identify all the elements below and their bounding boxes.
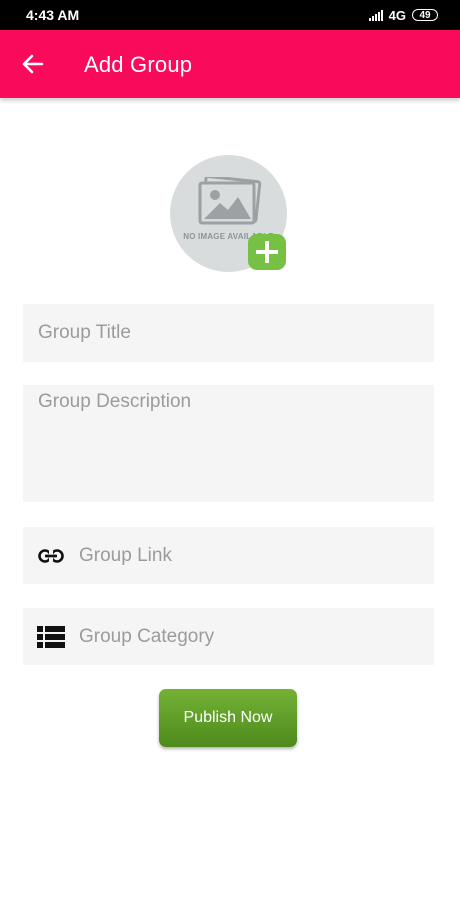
add-image-button[interactable] xyxy=(248,234,286,270)
list-icon-wrap xyxy=(23,625,79,648)
link-icon xyxy=(38,548,64,563)
image-placeholder-icon xyxy=(198,177,262,225)
group-description-input[interactable]: Group Description xyxy=(23,385,434,502)
back-button[interactable] xyxy=(18,50,48,78)
plus-icon xyxy=(256,241,278,263)
status-time: 4:43 AM xyxy=(26,7,80,23)
status-bar: 4:43 AM 4G 49 xyxy=(0,0,460,30)
group-link-placeholder: Group Link xyxy=(79,544,172,566)
arrow-left-icon xyxy=(22,54,44,74)
status-icons: 4G 49 xyxy=(368,7,438,23)
publish-now-button[interactable]: Publish Now xyxy=(159,689,297,747)
signal-icon xyxy=(368,9,383,21)
app-bar: Add Group xyxy=(0,30,460,98)
group-category-placeholder: Group Category xyxy=(79,625,215,647)
group-title-input[interactable]: Group Title xyxy=(23,304,434,362)
publish-now-label: Publish Now xyxy=(183,709,273,726)
page-title: Add Group xyxy=(84,52,193,77)
group-category-select[interactable]: Group Category xyxy=(23,608,434,665)
group-image-picker[interactable]: NO IMAGE AVAILABLE xyxy=(170,155,290,275)
link-icon-wrap xyxy=(23,548,79,563)
group-title-placeholder: Group Title xyxy=(38,322,131,343)
battery-icon: 49 xyxy=(412,9,438,21)
group-link-input[interactable]: Group Link xyxy=(23,527,434,584)
battery-level: 49 xyxy=(419,9,431,21)
list-icon xyxy=(37,625,65,648)
network-type: 4G xyxy=(388,7,406,23)
group-description-placeholder: Group Description xyxy=(38,391,192,412)
